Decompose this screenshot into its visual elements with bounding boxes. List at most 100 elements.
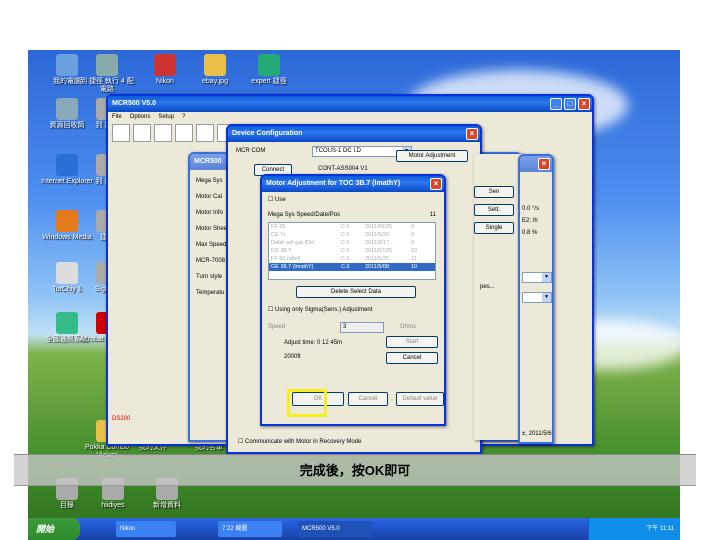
- start-button[interactable]: Start: [386, 336, 438, 348]
- side-label: Max Speed: [196, 242, 227, 248]
- app-icon: [56, 312, 78, 334]
- right-combo-1[interactable]: ▼: [522, 272, 552, 283]
- side-label: Motor Shee: [196, 226, 228, 232]
- list-cell: 10: [411, 248, 418, 254]
- sigma-checkbox-label: Using only Sigma(Sens.) Adjustment: [275, 307, 373, 313]
- app-icon[interactable]: [112, 124, 130, 142]
- single-button[interactable]: Single: [474, 222, 514, 234]
- sen-button[interactable]: Sen: [474, 186, 514, 198]
- app-icon: [258, 54, 280, 76]
- list-item[interactable]: GE 38.7 (lmathY) C.6 2011/5/08 10: [269, 263, 435, 271]
- list-item[interactable]: CE Yr C.6 2011/5/20 0: [269, 231, 435, 239]
- mcr-subwindow-title: MCR500: [194, 158, 222, 165]
- sett-button[interactable]: Sett.: [474, 204, 514, 216]
- cancel-button[interactable]: Cancel: [348, 392, 388, 406]
- caption-text: 完成後，按OK即可: [299, 463, 411, 478]
- list-cell: C.6: [341, 224, 350, 230]
- start-button[interactable]: 開始: [28, 518, 80, 540]
- list-cell: FF 25: [271, 224, 286, 230]
- value-e2: E2: /h: [522, 218, 538, 224]
- status-right: ±, 2011/5/6: [522, 431, 552, 437]
- close-icon[interactable]: ×: [466, 128, 478, 140]
- list-cell: C.6: [341, 264, 350, 270]
- maximize-icon[interactable]: □: [564, 98, 576, 110]
- menu-options[interactable]: Options: [130, 112, 151, 122]
- recovery-checkbox-label: Communicate with Motor in Recovery Mode: [245, 439, 362, 445]
- side-label: Motor Cal: [196, 194, 223, 200]
- list-cell: 10: [411, 264, 418, 270]
- close-icon[interactable]: ×: [430, 178, 442, 190]
- recovery-checkbox-row[interactable]: ☐ Communicate with Motor in Recovery Mod…: [238, 438, 361, 445]
- menu-help[interactable]: ?: [182, 112, 185, 122]
- side-label: Motor Info: [196, 210, 224, 216]
- app-icon: [56, 98, 78, 120]
- list-item[interactable]: Debit cell gat.IDH C.6 2011/8/17 0: [269, 239, 435, 247]
- right-values-window: × 0.0 °/s E2: /h 0.8 % ▼ ▼ ±, 2011/5/6: [518, 154, 554, 444]
- use-checkbox-row[interactable]: ☐ Use: [268, 196, 286, 203]
- desktop-icon[interactable]: ebay.jpg: [186, 54, 244, 86]
- app-icon: [154, 54, 176, 76]
- desktop-icon[interactable]: expert 捷徑: [240, 54, 298, 86]
- list-cell: FF 50 (altel): [271, 256, 301, 262]
- app-icon: [56, 154, 78, 176]
- device-config-titlebar[interactable]: Device Configuration ×: [228, 126, 480, 142]
- list-item[interactable]: FF 50 (altel) C.6 2011/5/25 11: [269, 255, 435, 263]
- list-header-name: Mega Sys Speed/Date/Pos: [268, 212, 341, 218]
- task-screenshot[interactable]: 7:22 截圖: [218, 521, 282, 537]
- desktop-icon[interactable]: 到 捷徑 執行 4 配電路: [78, 54, 136, 94]
- download-icon[interactable]: [196, 124, 214, 142]
- chevron-down-icon: ▼: [542, 293, 551, 302]
- list-header-count: 11: [429, 212, 436, 218]
- menu-bar: File Options Setup ?: [108, 112, 592, 122]
- list-cell: 2011/07/25: [365, 248, 393, 254]
- list-cell: 0: [411, 224, 415, 230]
- close-icon[interactable]: ×: [538, 158, 550, 170]
- list-cell: 2011/05/25: [365, 224, 393, 230]
- list-cell: C.6: [341, 232, 350, 238]
- menu-file[interactable]: File: [112, 112, 122, 122]
- menu-setup[interactable]: Setup: [158, 112, 174, 122]
- list-cell: 0: [411, 240, 415, 246]
- list-cell: CE Yr: [271, 232, 286, 238]
- default-value-button[interactable]: Default value: [396, 392, 444, 406]
- right-values-titlebar[interactable]: ×: [520, 156, 552, 172]
- list-cell: DS 38.7: [271, 248, 291, 254]
- minimize-icon[interactable]: _: [550, 98, 562, 110]
- speed-input[interactable]: 3: [340, 322, 384, 333]
- motor-adjustment-button[interactable]: Motor Adjustment: [396, 150, 468, 162]
- list-item[interactable]: DS 38.7 C.6 2011/07/25 10: [269, 247, 435, 255]
- pen-icon[interactable]: [154, 124, 172, 142]
- task-nikon[interactable]: Nikon: [116, 521, 176, 537]
- app-icon: [56, 262, 78, 284]
- adjust-time-label: Adjust time: 0 12 45m: [284, 340, 343, 346]
- list-cell: 11: [411, 256, 417, 262]
- right-panel: Sen Sett. Single pes...: [474, 154, 522, 440]
- sigma-checkbox-row[interactable]: ☐ Using only Sigma(Sens.) Adjustment: [268, 306, 372, 313]
- list-item[interactable]: FF 25 C.6 2011/05/25 0: [269, 223, 435, 231]
- task-mcr500[interactable]: MCR500 V5.0: [298, 521, 372, 537]
- desktop-icon-label: 到 捷徑 執行 4 配電路: [80, 78, 134, 93]
- value-percent: 0.8 %: [522, 230, 538, 236]
- start-label: 開始: [36, 524, 55, 534]
- caption-banner: 完成後，按OK即可: [14, 454, 696, 486]
- status-left: DS200: [112, 416, 131, 422]
- chevron-down-icon: ▼: [542, 273, 551, 282]
- app-icon: [56, 54, 78, 76]
- side-label: Turn style: [196, 274, 223, 280]
- motor-data-list[interactable]: FF 25 C.6 2011/05/25 0 CE Yr C.6 2011/5/20 0 Deb…: [268, 222, 436, 280]
- list-cell: 2011/8/17: [365, 240, 390, 246]
- doc-icon[interactable]: [133, 124, 151, 142]
- value-speed: 0.0 °/s: [522, 206, 540, 212]
- list-cell: Debit cell gat.IDH: [271, 240, 314, 246]
- right-combo-2[interactable]: ▼: [522, 292, 552, 303]
- cancel-adjust-button[interactable]: Cancel: [386, 352, 438, 364]
- use-checkbox-label: Use: [275, 197, 286, 203]
- app-icon: [56, 210, 78, 232]
- val-label: 2000ft: [284, 354, 301, 360]
- motor-dialog-titlebar[interactable]: Motor Adjustment for TOC 3B.7 (lmathY) ×: [262, 176, 444, 192]
- gauge-icon[interactable]: [175, 124, 193, 142]
- main-window-titlebar[interactable]: MCR500 V5.0 × □ _: [108, 96, 592, 112]
- delete-select-data-button[interactable]: Delete Select Data: [296, 286, 416, 298]
- close-icon[interactable]: ×: [578, 98, 590, 110]
- list-cell: C.6: [341, 256, 350, 262]
